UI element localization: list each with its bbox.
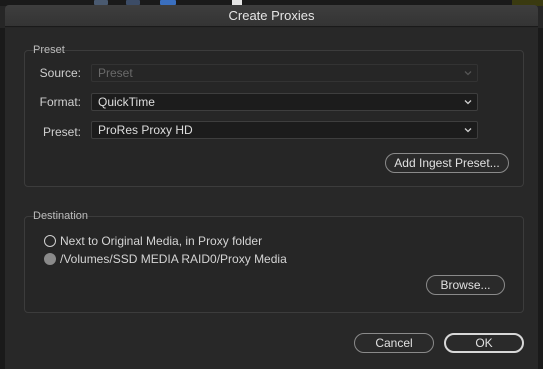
radio-label-proxy-media-path: /Volumes/SSD MEDIA RAID0/Proxy Media <box>60 252 287 266</box>
chevron-down-icon <box>464 71 472 76</box>
radio-next-to-original[interactable] <box>44 235 56 247</box>
format-label: Format: <box>39 95 81 109</box>
dialog-title: Create Proxies <box>5 5 538 27</box>
dialog-body: Preset Source: Preset Format: QuickTime … <box>5 28 538 369</box>
create-proxies-dialog: Create Proxies Preset Source: Preset For… <box>0 0 543 369</box>
chevron-down-icon <box>464 100 472 105</box>
preset-select[interactable]: ProRes Proxy HD <box>91 121 478 139</box>
radio-label-next-to-original: Next to Original Media, in Proxy folder <box>60 234 263 248</box>
preset-select-value: ProRes Proxy HD <box>98 123 193 137</box>
source-label: Source: <box>39 66 81 80</box>
destination-group-label: Destination <box>33 210 89 222</box>
chevron-down-icon <box>464 128 472 133</box>
add-ingest-preset-button[interactable]: Add Ingest Preset... <box>385 153 509 173</box>
ok-button[interactable]: OK <box>444 333 524 353</box>
format-select-value: QuickTime <box>98 95 155 109</box>
radio-proxy-media-path[interactable] <box>44 253 56 265</box>
preset-group-label: Preset <box>33 44 65 56</box>
source-select-value: Preset <box>98 66 133 80</box>
browse-button[interactable]: Browse... <box>426 275 505 295</box>
cancel-button[interactable]: Cancel <box>354 333 434 353</box>
preset-label: Preset: <box>42 125 81 139</box>
dialog-right-edge <box>538 28 543 369</box>
format-select[interactable]: QuickTime <box>91 93 478 111</box>
source-select: Preset <box>91 64 478 82</box>
